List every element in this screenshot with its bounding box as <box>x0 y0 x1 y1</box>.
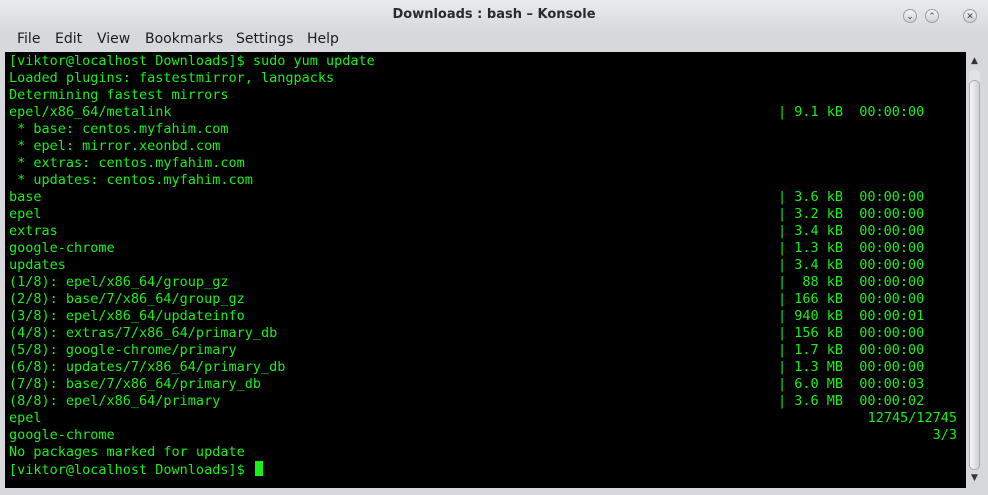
menu-bookmarks[interactable]: Bookmarks <box>143 31 225 47</box>
terminal-line-text: * updates: centos.myfahim.com <box>9 172 253 188</box>
transfer-stats: | 1.3 kB 00:00:00 <box>778 240 925 256</box>
terminal-line-text: * extras: centos.myfahim.com <box>9 155 245 171</box>
transfer-stats: | 3.4 kB 00:00:00 <box>778 257 925 273</box>
menu-help[interactable]: Help <box>305 31 341 47</box>
transfer-stats: | 3.6 kB 00:00:00 <box>778 189 925 205</box>
terminal-line-text: epel/x86_64/metalink <box>9 104 172 120</box>
terminal-line-text: Determining fastest mirrors <box>9 87 229 103</box>
vertical-scrollbar[interactable]: ▲ ▼ <box>966 52 983 488</box>
menu-file[interactable]: File <box>15 31 42 47</box>
terminal-line-text: (8/8): epel/x86_64/primary <box>9 393 221 409</box>
terminal-line: (6/8): updates/7/x86_64/primary_db | 1.3 … <box>9 359 966 376</box>
terminal-line: Determining fastest mirrors <box>9 87 966 104</box>
terminal-line-text: epel <box>9 410 42 426</box>
terminal-line-text: (6/8): updates/7/x86_64/primary_db <box>9 359 286 375</box>
transfer-stats: | 1.3 MB 00:00:00 <box>778 359 925 375</box>
terminal-line: (5/8): google-chrome/primary | 1.7 kB 00:… <box>9 342 966 359</box>
text-cursor <box>254 461 263 476</box>
transfer-stats: | 9.1 kB 00:00:00 <box>778 104 925 120</box>
terminal-line: epel | 3.2 kB 00:00:00 <box>9 206 966 223</box>
terminal-line-text: extras <box>9 223 58 239</box>
terminal-line-text: updates <box>9 257 66 273</box>
terminal-line: [viktor@localhost Downloads]$ sudo yum u… <box>9 53 966 70</box>
terminal-line: (7/8): base/7/x86_64/primary_db | 6.0 MB … <box>9 376 966 393</box>
terminal-line-text: google-chrome <box>9 240 115 256</box>
terminal-line-text: base <box>9 189 42 205</box>
terminal-line: * epel: mirror.xeonbd.com <box>9 138 966 155</box>
terminal-line-text: (3/8): epel/x86_64/updateinfo <box>9 308 245 324</box>
terminal-line-text: epel <box>9 206 42 222</box>
terminal-line: [viktor@localhost Downloads]$ <box>9 461 966 478</box>
terminal-line-text: (4/8): extras/7/x86_64/primary_db <box>9 325 278 341</box>
package-count: 3/3 <box>932 427 957 443</box>
scroll-up-icon[interactable]: ▲ <box>969 56 980 67</box>
terminal-line-text: Loaded plugins: fastestmirror, langpacks <box>9 70 335 86</box>
package-count: 12745/12745 <box>867 410 957 426</box>
transfer-stats: | 1.7 kB 00:00:00 <box>778 342 925 358</box>
terminal-line-text: [viktor@localhost Downloads]$ <box>9 462 253 478</box>
terminal-line: (4/8): extras/7/x86_64/primary_db | 156 k… <box>9 325 966 342</box>
transfer-stats: | 6.0 MB 00:00:03 <box>778 376 925 392</box>
transfer-stats: | 3.6 MB 00:00:02 <box>778 393 925 409</box>
terminal-output[interactable]: [viktor@localhost Downloads]$ sudo yum u… <box>5 52 966 488</box>
menu-settings[interactable]: Settings <box>234 31 295 47</box>
terminal-line: google-chrome | 1.3 kB 00:00:00 <box>9 240 966 257</box>
transfer-stats: | 940 kB 00:00:01 <box>778 308 925 324</box>
terminal-line-text: * epel: mirror.xeonbd.com <box>9 138 221 154</box>
terminal-line: No packages marked for update <box>9 444 966 461</box>
help-button[interactable]: ⌄ <box>903 9 917 23</box>
window-bottom-edge <box>0 488 988 495</box>
transfer-stats: | 3.2 kB 00:00:00 <box>778 206 925 222</box>
menu-edit[interactable]: Edit <box>53 31 84 47</box>
transfer-stats: | 156 kB 00:00:00 <box>778 325 925 341</box>
terminal-line-text: [viktor@localhost Downloads]$ sudo yum u… <box>9 53 375 69</box>
menu-view[interactable]: View <box>95 31 132 47</box>
terminal-line-text: google-chrome <box>9 427 115 443</box>
terminal-line: epel/x86_64/metalink | 9.1 kB 00:00:00 <box>9 104 966 121</box>
terminal-line: * base: centos.myfahim.com <box>9 121 966 138</box>
terminal-line-text: (2/8): base/7/x86_64/group_gz <box>9 291 245 307</box>
terminal-line: google-chrome 3/3 <box>9 427 966 444</box>
terminal-line: base | 3.6 kB 00:00:00 <box>9 189 966 206</box>
terminal-line: (1/8): epel/x86_64/group_gz | 88 kB 00:00… <box>9 274 966 291</box>
terminal-line-text: * base: centos.myfahim.com <box>9 121 229 137</box>
terminal-line: * extras: centos.myfahim.com <box>9 155 966 172</box>
window-title: Downloads : bash – Konsole <box>392 7 596 22</box>
terminal-line: Loaded plugins: fastestmirror, langpacks <box>9 70 966 87</box>
transfer-stats: | 3.4 kB 00:00:00 <box>778 223 925 239</box>
terminal-line: (2/8): base/7/x86_64/group_gz | 166 kB 00… <box>9 291 966 308</box>
transfer-stats: | 166 kB 00:00:00 <box>778 291 925 307</box>
terminal-line-text: (5/8): google-chrome/primary <box>9 342 237 358</box>
terminal-line: * updates: centos.myfahim.com <box>9 172 966 189</box>
terminal-line: (3/8): epel/x86_64/updateinfo | 940 kB 00… <box>9 308 966 325</box>
terminal-line: epel 12745/12745 <box>9 410 966 427</box>
maximize-button[interactable]: ⌃ <box>925 9 939 23</box>
menu-bar: File Edit View Bookmarks Settings Help <box>0 30 988 52</box>
terminal-line: (8/8): epel/x86_64/primary | 3.6 MB 00:00… <box>9 393 966 410</box>
terminal-line-text: (7/8): base/7/x86_64/primary_db <box>9 376 261 392</box>
terminal-line-text: No packages marked for update <box>9 444 245 460</box>
terminal-line: extras | 3.4 kB 00:00:00 <box>9 223 966 240</box>
terminal-line: updates | 3.4 kB 00:00:00 <box>9 257 966 274</box>
title-bar[interactable]: Downloads : bash – Konsole ⌄ ⌃ ✕ <box>0 0 988 31</box>
scroll-thumb[interactable] <box>969 80 980 470</box>
terminal-line-text: (1/8): epel/x86_64/group_gz <box>9 274 229 290</box>
transfer-stats: | 88 kB 00:00:00 <box>778 274 925 290</box>
close-button[interactable]: ✕ <box>963 9 977 23</box>
scroll-down-icon[interactable]: ▼ <box>969 473 980 484</box>
